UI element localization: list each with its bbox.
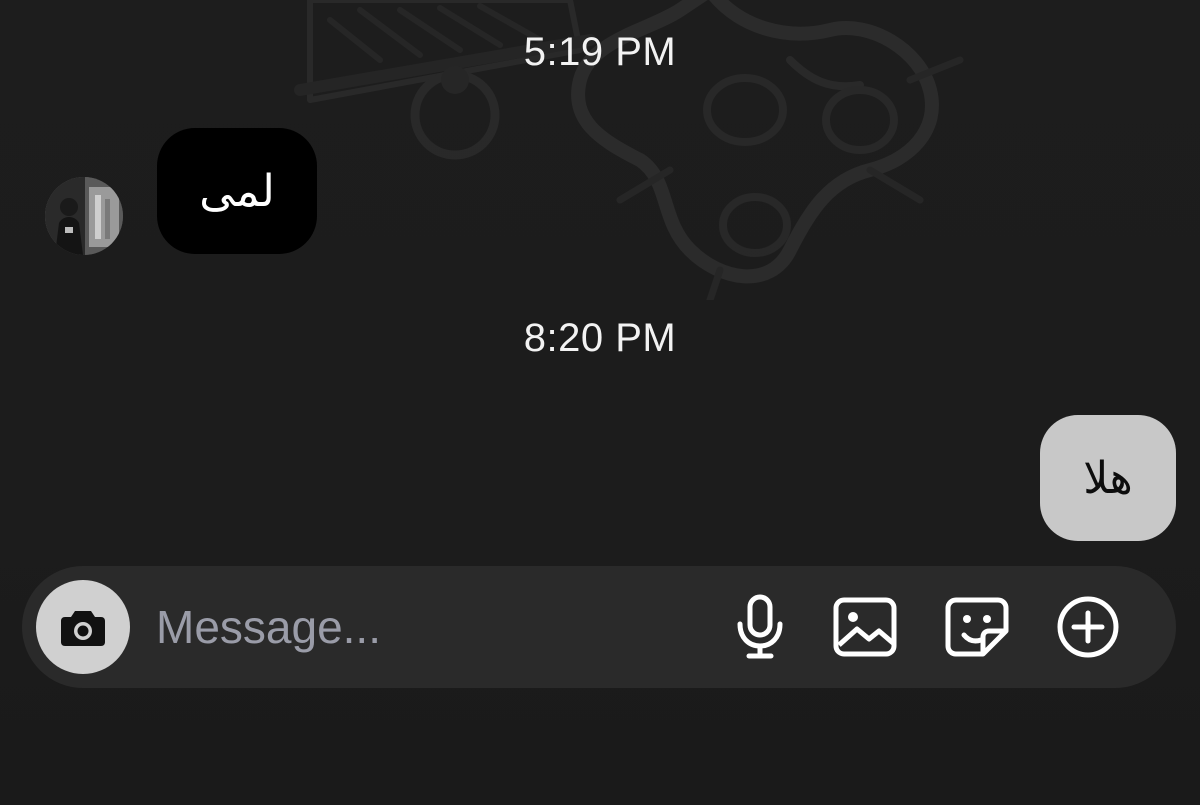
avatar-photo — [45, 177, 123, 255]
contact-avatar[interactable] — [45, 177, 123, 255]
gallery-button[interactable] — [832, 594, 898, 660]
sticker-icon — [945, 597, 1009, 657]
chat-screen: 5:19 PM لمى 8:20 PM هلا — [0, 0, 1200, 805]
more-options-button[interactable] — [1055, 594, 1121, 660]
voice-message-button[interactable] — [727, 594, 793, 660]
camera-button[interactable] — [36, 580, 130, 674]
sticker-button[interactable] — [944, 594, 1010, 660]
camera-icon — [61, 611, 105, 646]
message-input[interactable] — [156, 590, 676, 664]
microphone-icon — [737, 594, 783, 659]
outgoing-message-bubble[interactable]: هلا — [1040, 415, 1176, 541]
message-timestamp: 5:19 PM — [523, 30, 677, 74]
incoming-message-bubble[interactable]: لمى — [157, 128, 317, 254]
message-timestamp: 8:20 PM — [523, 316, 677, 360]
gallery-icon — [833, 597, 897, 657]
plus-circle-icon — [1057, 596, 1119, 658]
message-composer — [22, 566, 1176, 688]
